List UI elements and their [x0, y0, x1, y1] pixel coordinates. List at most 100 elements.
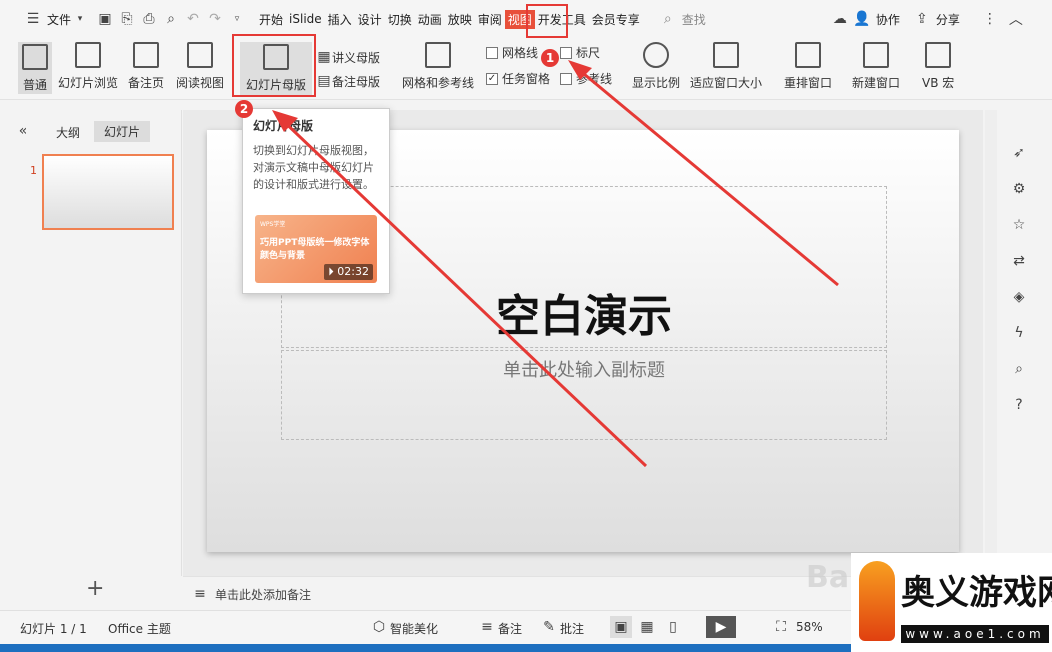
- book-icon: [187, 42, 213, 68]
- grid-guides-button[interactable]: 网格和参考线: [402, 42, 474, 91]
- watermark-url: www.aoe1.com: [901, 625, 1049, 643]
- slide-number: 1: [30, 164, 37, 177]
- ribbon-view: 普通 幻灯片浏览 备注页 阅读视图 幻灯片母版 ▦ 讲义母版 ▤ 备注母版 网格…: [0, 38, 1052, 100]
- customize-icon[interactable]: ▿: [226, 8, 248, 30]
- hamburger-icon[interactable]: ☰: [22, 8, 44, 30]
- ruler-checkbox[interactable]: 标尺: [560, 44, 600, 61]
- collab-icon[interactable]: 👤: [851, 8, 873, 30]
- video-tag: WPS学堂: [260, 221, 286, 228]
- normal-view-button[interactable]: 普通: [18, 42, 52, 94]
- notes-toggle[interactable]: 备注: [498, 620, 522, 637]
- annotation-box-view-tab: [526, 4, 568, 38]
- tab-slides[interactable]: 幻灯片: [94, 121, 151, 142]
- zoom-level[interactable]: 58%: [796, 620, 823, 634]
- zoom-icon: [643, 42, 669, 68]
- slide-count: 幻灯片 1 / 1: [20, 622, 87, 636]
- baidu-watermark: Ba: [806, 560, 850, 595]
- new-window-button[interactable]: 新建窗口: [852, 42, 900, 91]
- annotation-box-slide-master: [232, 34, 316, 97]
- flash-icon[interactable]: ϟ: [1008, 322, 1030, 344]
- slide-subtitle: 单击此处输入副标题: [503, 360, 665, 381]
- slide-sorter-button[interactable]: 幻灯片浏览: [58, 42, 118, 91]
- fit-window-button[interactable]: 适应窗口大小: [690, 42, 762, 91]
- tab-review[interactable]: 审阅: [475, 11, 505, 28]
- vb-icon: [925, 42, 952, 68]
- tab-animation[interactable]: 动画: [415, 11, 445, 28]
- slide-master-tooltip: 幻灯片母版 切换到幻灯片母版视图，对演示文稿中母版幻灯片的设计和版式进行设置。 …: [242, 108, 390, 294]
- save-icon[interactable]: ▣: [94, 8, 116, 30]
- reading-small-icon[interactable]: ▯: [662, 616, 684, 638]
- tab-transition[interactable]: 切换: [385, 11, 415, 28]
- notes-master-icon: ▤: [317, 73, 331, 89]
- normal-view-small-icon[interactable]: ▣: [610, 616, 632, 638]
- comments-toggle[interactable]: 批注: [560, 620, 584, 637]
- site-watermark: 奥义游戏网 www.aoe1.com: [851, 553, 1052, 652]
- slide-thumbnail[interactable]: [42, 154, 174, 230]
- tab-islide[interactable]: iSlide: [286, 12, 325, 26]
- watermark-site: 奥义游戏网: [901, 573, 1052, 613]
- fit-small-icon[interactable]: ⛶: [770, 616, 792, 638]
- reading-view-button[interactable]: 阅读视图: [176, 42, 224, 91]
- grid-view-icon: [75, 42, 101, 68]
- vb-macro-button[interactable]: VB 宏: [922, 42, 954, 91]
- print-icon[interactable]: ⎙: [138, 8, 160, 30]
- theme-name[interactable]: Office 主题: [108, 620, 171, 637]
- tab-member[interactable]: 会员专享: [589, 11, 643, 28]
- rocket-icon[interactable]: ➶: [1008, 142, 1030, 164]
- tab-outline[interactable]: 大纲: [56, 124, 80, 141]
- collapse-panel-icon[interactable]: «: [12, 120, 34, 142]
- arrange-windows-button[interactable]: 重排窗口: [784, 42, 832, 91]
- notes-page-button[interactable]: 备注页: [128, 42, 164, 91]
- gridlines-checkbox[interactable]: 网格线: [486, 44, 538, 61]
- cloud-icon[interactable]: ☁: [829, 8, 851, 30]
- task-pane-checkbox[interactable]: ✓ 任务窗格: [486, 70, 550, 87]
- tab-home[interactable]: 开始: [256, 11, 286, 28]
- chevron-down-icon[interactable]: ▾: [74, 8, 86, 30]
- search-input[interactable]: 查找: [679, 11, 709, 28]
- tooltip-body: 切换到幻灯片母版视图，对演示文稿中母版幻灯片的设计和版式进行设置。: [253, 144, 374, 191]
- notes-icon: ≡: [194, 586, 206, 602]
- play-icon[interactable]: ▶: [706, 616, 736, 638]
- right-sidebar: ➶ ⚙ ☆ ⇄ ◈ ϟ ⌕ ?: [1000, 110, 1040, 610]
- handout-master-button[interactable]: ▦ 讲义母版: [316, 46, 380, 68]
- notes-page-icon: [133, 42, 159, 68]
- handout-icon: ▦: [317, 49, 331, 65]
- comment-icon: ✎: [543, 619, 555, 635]
- share-icon[interactable]: ⇪: [911, 8, 933, 30]
- tab-slideshow[interactable]: 放映: [445, 11, 475, 28]
- vertical-scrollbar[interactable]: [985, 110, 997, 576]
- redo-icon[interactable]: ↷: [204, 8, 226, 30]
- search-icon[interactable]: ⌕: [657, 8, 679, 30]
- tutorial-video-card[interactable]: WPS学堂 巧用PPT母版统一修改字体颜色与背景 ⏵ 02:32: [255, 215, 377, 283]
- undo-icon[interactable]: ↶: [182, 8, 204, 30]
- file-menu[interactable]: 文件: [44, 11, 74, 28]
- grid-icon: [425, 42, 451, 68]
- guides-checkbox[interactable]: 参考线: [560, 70, 612, 87]
- more-icon[interactable]: ⋮: [979, 8, 1001, 30]
- help-icon[interactable]: ?: [1008, 394, 1030, 416]
- arrange-icon: [795, 42, 821, 68]
- fit-icon: [713, 42, 739, 68]
- sorter-small-icon[interactable]: ▦: [636, 616, 658, 638]
- notes-toggle-icon: ≡: [481, 619, 493, 635]
- video-title: 巧用PPT母版统一修改字体颜色与背景: [260, 238, 370, 261]
- book-search-icon[interactable]: ⌕: [1008, 358, 1030, 380]
- add-slide-button[interactable]: +: [86, 576, 104, 601]
- play-circle-icon: ⏵: [328, 265, 334, 278]
- zoom-button[interactable]: 显示比例: [632, 42, 680, 91]
- annotation-badge-2: 2: [235, 100, 253, 118]
- swap-icon[interactable]: ⇄: [1008, 250, 1030, 272]
- adjust-icon[interactable]: ⚙: [1008, 178, 1030, 200]
- notes-master-button[interactable]: ▤ 备注母版: [316, 70, 380, 92]
- animation-icon[interactable]: ◈: [1008, 286, 1030, 308]
- tab-design[interactable]: 设计: [355, 11, 385, 28]
- export-icon[interactable]: ⎘: [116, 8, 138, 30]
- preview-icon[interactable]: ⌕: [160, 8, 182, 30]
- collab-button[interactable]: 协作: [873, 11, 903, 28]
- share-button[interactable]: 分享: [933, 11, 963, 28]
- tooltip-title: 幻灯片母版: [253, 119, 314, 133]
- star-icon[interactable]: ☆: [1008, 214, 1030, 236]
- tab-insert[interactable]: 插入: [325, 11, 355, 28]
- collapse-ribbon-icon[interactable]: ︿: [1005, 8, 1027, 30]
- beautify-button[interactable]: 智能美化: [390, 620, 438, 637]
